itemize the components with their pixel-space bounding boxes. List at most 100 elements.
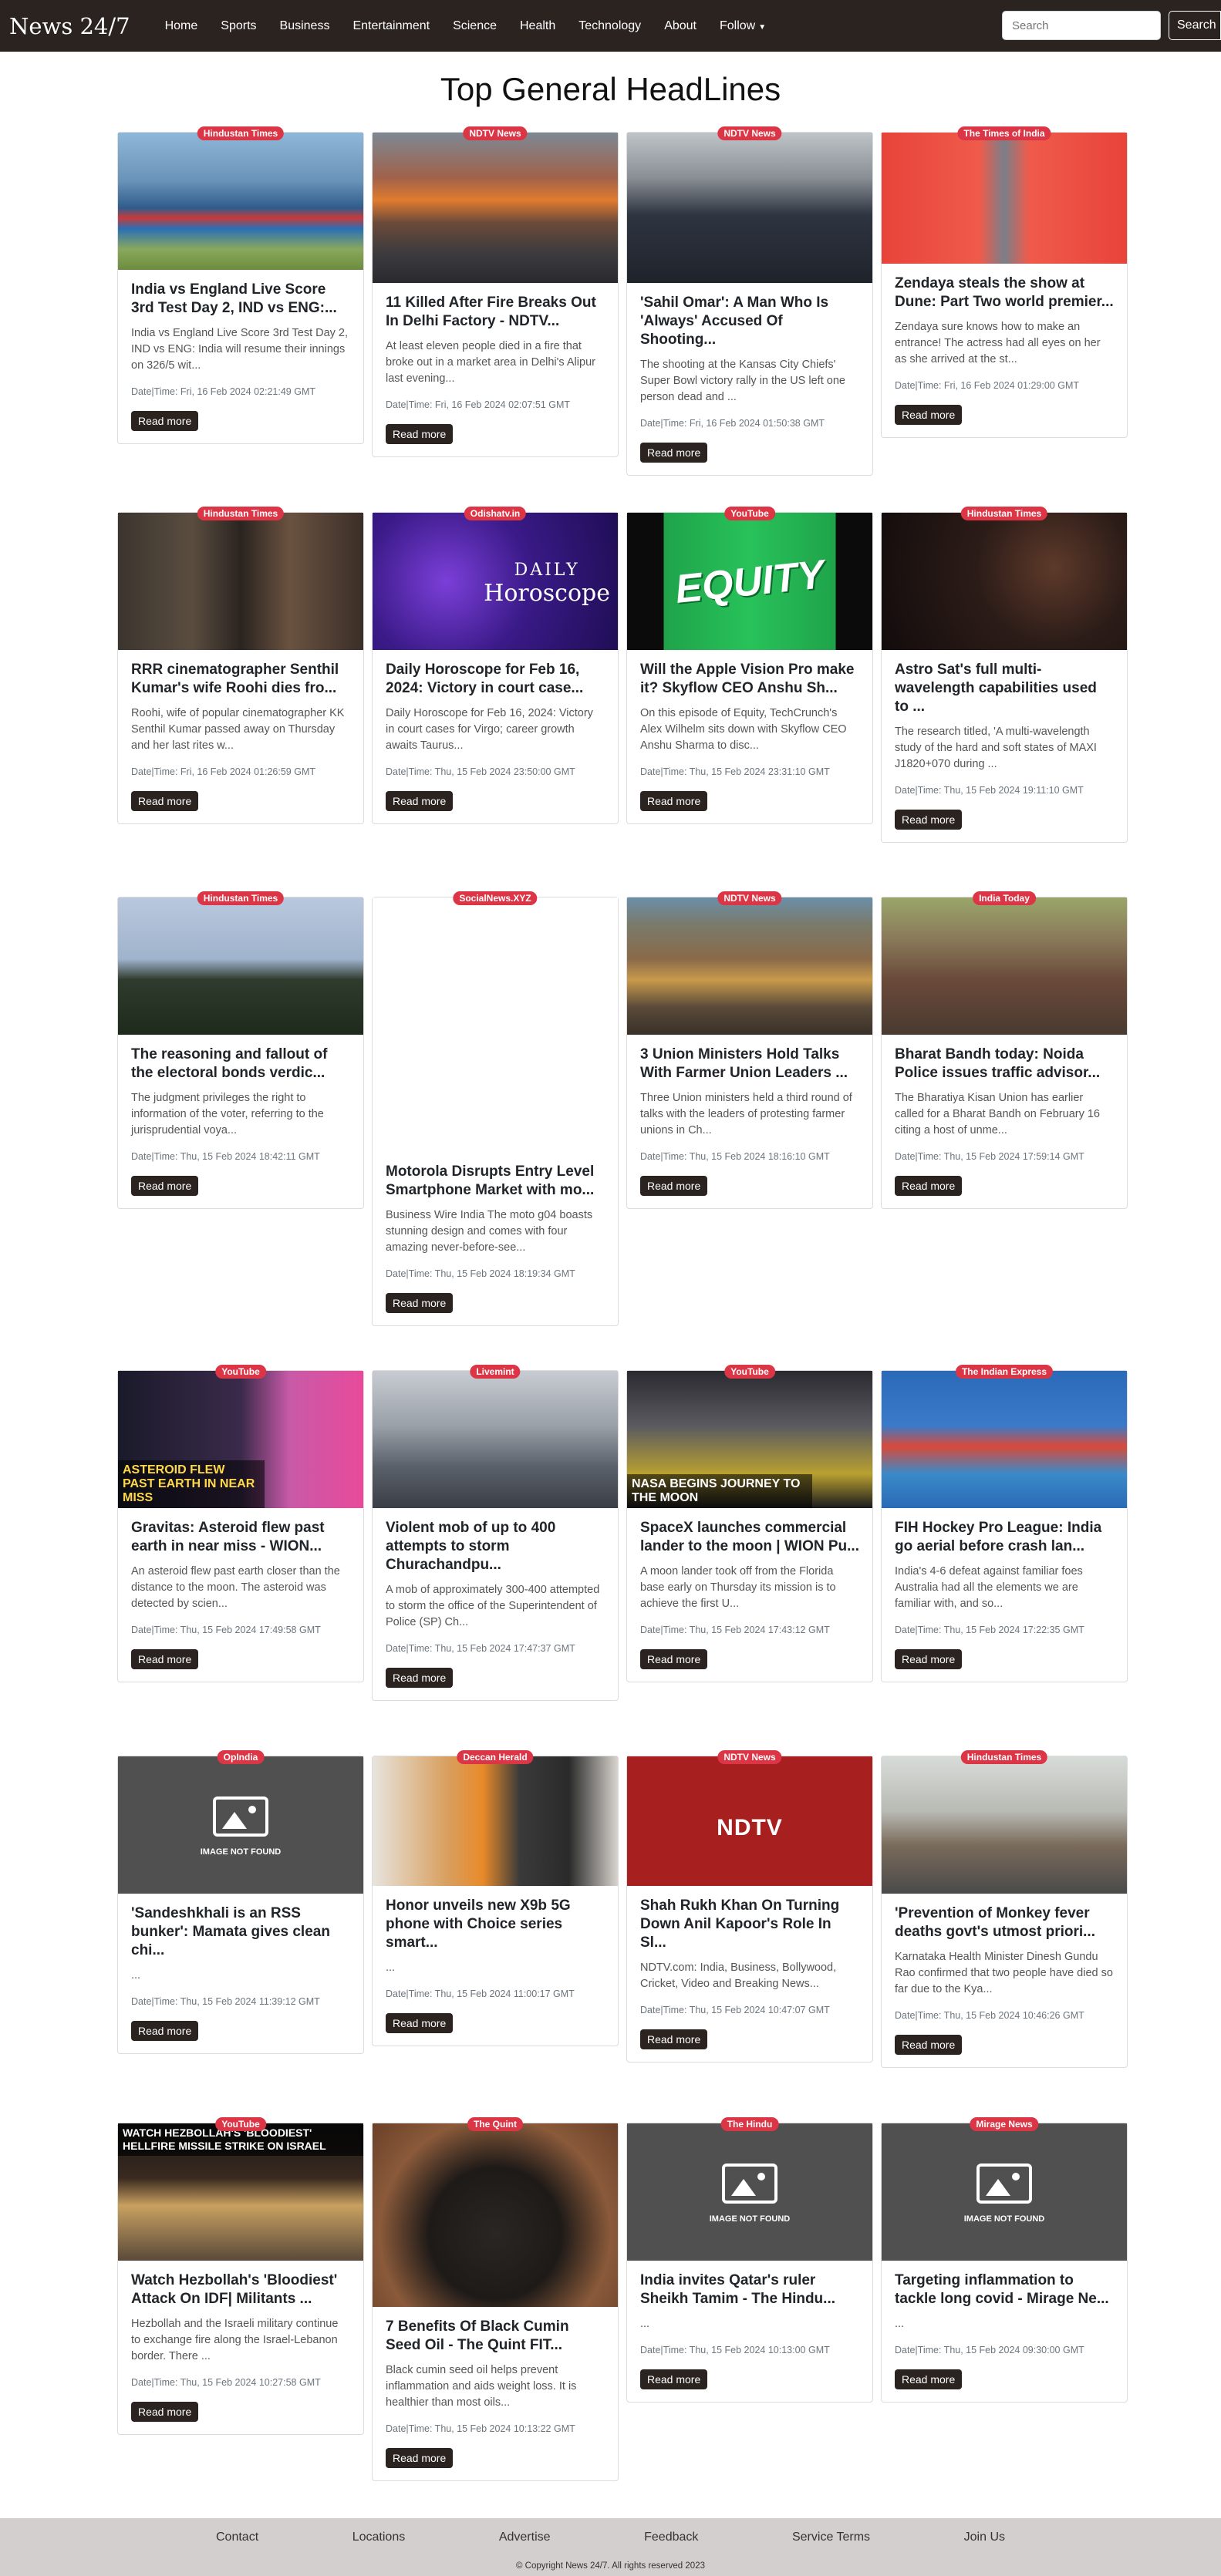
read-more-button[interactable]: Read more: [895, 1649, 963, 1669]
article-date: Date|Time: Thu, 15 Feb 2024 17:22:35 GMT: [895, 1625, 1084, 1635]
read-more-button[interactable]: Read more: [895, 405, 963, 425]
read-more-button[interactable]: Read more: [640, 2369, 708, 2389]
article-image[interactable]: ASTEROID FLEW PAST EARTH IN NEAR MISS: [118, 1371, 363, 1508]
article-image[interactable]: NASA BEGINS JOURNEY TO THE MOON: [627, 1371, 872, 1508]
nav-link-about[interactable]: About: [653, 19, 708, 33]
source-badge: YouTube: [215, 1365, 266, 1379]
read-more-button[interactable]: Read more: [640, 791, 708, 811]
article-image[interactable]: [373, 133, 618, 283]
read-more-button[interactable]: Read more: [131, 2021, 199, 2041]
read-more-button[interactable]: Read more: [386, 2013, 454, 2033]
read-more-button[interactable]: Read more: [131, 1176, 199, 1196]
article-image[interactable]: [882, 513, 1127, 650]
image-not-found-icon: [976, 2164, 1032, 2204]
read-more-button[interactable]: Read more: [386, 1293, 454, 1313]
search-button[interactable]: Search: [1169, 11, 1221, 40]
article-image[interactable]: [373, 1756, 618, 1886]
footer-link-feedback[interactable]: Feedback: [629, 2531, 713, 2544]
article-image[interactable]: EQUITY: [627, 513, 872, 650]
nav-link-sports[interactable]: Sports: [209, 19, 268, 33]
read-more-button[interactable]: Read more: [386, 791, 454, 811]
read-more-button[interactable]: Read more: [640, 2029, 708, 2049]
nav-link-business[interactable]: Business: [268, 19, 342, 33]
article-image[interactable]: [373, 2123, 618, 2307]
read-more-button[interactable]: Read more: [131, 2402, 199, 2422]
article-image[interactable]: [118, 133, 363, 270]
footer-link-service-terms[interactable]: Service Terms: [777, 2531, 885, 2544]
read-more-button[interactable]: Read more: [386, 1668, 454, 1688]
article-title: India vs England Live Score 3rd Test Day…: [131, 281, 337, 316]
article-description: Business Wire India The moto g04 boasts …: [386, 1209, 593, 1254]
read-more-button[interactable]: Read more: [131, 411, 199, 431]
article-title: 3 Union Ministers Hold Talks With Farmer…: [640, 1046, 848, 1081]
footer-link-contact[interactable]: Contact: [201, 2531, 274, 2544]
equity-logo: EQUITY: [673, 552, 827, 612]
read-more-button[interactable]: Read more: [895, 1176, 963, 1196]
article-image[interactable]: IMAGE NOT FOUND: [118, 1756, 363, 1894]
news-card: YouTube NASA BEGINS JOURNEY TO THE MOON …: [626, 1365, 873, 1682]
article-description: Daily Horoscope for Feb 16, 2024: Victor…: [386, 707, 593, 752]
article-description: India's 4-6 defeat against familiar foes…: [895, 1565, 1083, 1610]
source-badge: SocialNews.XYZ: [453, 891, 538, 905]
nav-link-home[interactable]: Home: [153, 19, 210, 33]
read-more-button[interactable]: Read more: [895, 2035, 963, 2055]
article-description: A moon lander took off from the Florida …: [640, 1565, 836, 1610]
nav-link-technology[interactable]: Technology: [567, 19, 653, 33]
footer-link-locations[interactable]: Locations: [337, 2531, 421, 2544]
article-title: SpaceX launches commercial lander to the…: [640, 1520, 859, 1554]
article-image[interactable]: [882, 1756, 1127, 1894]
article-image[interactable]: IMAGE NOT FOUND: [882, 2123, 1127, 2261]
news-card: Deccan Herald Honor unveils new X9b 5G p…: [372, 1750, 619, 2046]
article-image[interactable]: DAILY Horoscope: [373, 513, 618, 650]
article-image[interactable]: NDTV: [627, 1756, 872, 1886]
read-more-button[interactable]: Read more: [895, 2369, 963, 2389]
article-description: India vs England Live Score 3rd Test Day…: [131, 327, 349, 372]
article-image[interactable]: [373, 1371, 618, 1508]
article-image[interactable]: IMAGE NOT FOUND: [627, 2123, 872, 2261]
article-date: Date|Time: Fri, 16 Feb 2024 02:07:51 GMT: [386, 399, 571, 410]
follow-dropdown[interactable]: Follow ▼: [708, 19, 777, 33]
article-image[interactable]: [882, 133, 1127, 264]
source-badge: YouTube: [724, 507, 775, 520]
read-more-button[interactable]: Read more: [640, 1176, 708, 1196]
search-input[interactable]: [1002, 11, 1161, 40]
article-date: Date|Time: Thu, 15 Feb 2024 10:27:58 GMT: [131, 2377, 321, 2388]
article-image[interactable]: WATCH HEZBOLLAH'S 'BLOODIEST' HELLFIRE M…: [118, 2123, 363, 2261]
news-card: Hindustan Times RRR cinematographer Sent…: [117, 507, 364, 824]
read-more-button[interactable]: Read more: [895, 810, 963, 830]
page-title: Top General HeadLines: [440, 71, 781, 107]
news-card: YouTube EQUITY Will the Apple Vision Pro…: [626, 507, 873, 824]
article-image[interactable]: [627, 897, 872, 1035]
read-more-button[interactable]: Read more: [640, 1649, 708, 1669]
article-image[interactable]: [118, 513, 363, 650]
news-card: The Hindu IMAGE NOT FOUND India invites …: [626, 2117, 873, 2403]
article-image[interactable]: [118, 897, 363, 1035]
read-more-button[interactable]: Read more: [386, 2448, 454, 2468]
article-description: ...: [131, 1969, 141, 1982]
footer-link-join-us[interactable]: Join Us: [949, 2531, 1020, 2544]
article-title: Bharat Bandh today: Noida Police issues …: [895, 1046, 1101, 1081]
article-image[interactable]: [882, 897, 1127, 1035]
brand-logo[interactable]: News 24/7: [9, 13, 130, 39]
article-date: Date|Time: Thu, 15 Feb 2024 10:47:07 GMT: [640, 2005, 830, 2015]
read-more-button[interactable]: Read more: [640, 443, 708, 463]
article-description: On this episode of Equity, TechCrunch's …: [640, 707, 847, 752]
article-title: 11 Killed After Fire Breaks Out In Delhi…: [386, 295, 596, 329]
article-description: ...: [640, 2318, 650, 2330]
read-more-button[interactable]: Read more: [131, 791, 199, 811]
article-date: Date|Time: Thu, 15 Feb 2024 11:00:17 GMT: [386, 1988, 575, 1999]
nav-link-health[interactable]: Health: [508, 19, 567, 33]
nav-link-entertainment[interactable]: Entertainment: [341, 19, 441, 33]
article-image[interactable]: [627, 133, 872, 283]
article-date: Date|Time: Thu, 15 Feb 2024 18:42:11 GMT: [131, 1151, 320, 1162]
article-title: Shah Rukh Khan On Turning Down Anil Kapo…: [640, 1897, 840, 1951]
nav-link-science[interactable]: Science: [441, 19, 508, 33]
image-not-found-text: IMAGE NOT FOUND: [200, 1847, 282, 1857]
footer-link-advertise[interactable]: Advertise: [484, 2531, 566, 2544]
article-image[interactable]: [373, 897, 618, 1152]
follow-label: Follow: [720, 19, 756, 32]
navbar: News 24/7 Home Sports Business Entertain…: [0, 0, 1221, 52]
article-image[interactable]: [882, 1371, 1127, 1508]
read-more-button[interactable]: Read more: [386, 424, 454, 444]
read-more-button[interactable]: Read more: [131, 1649, 199, 1669]
